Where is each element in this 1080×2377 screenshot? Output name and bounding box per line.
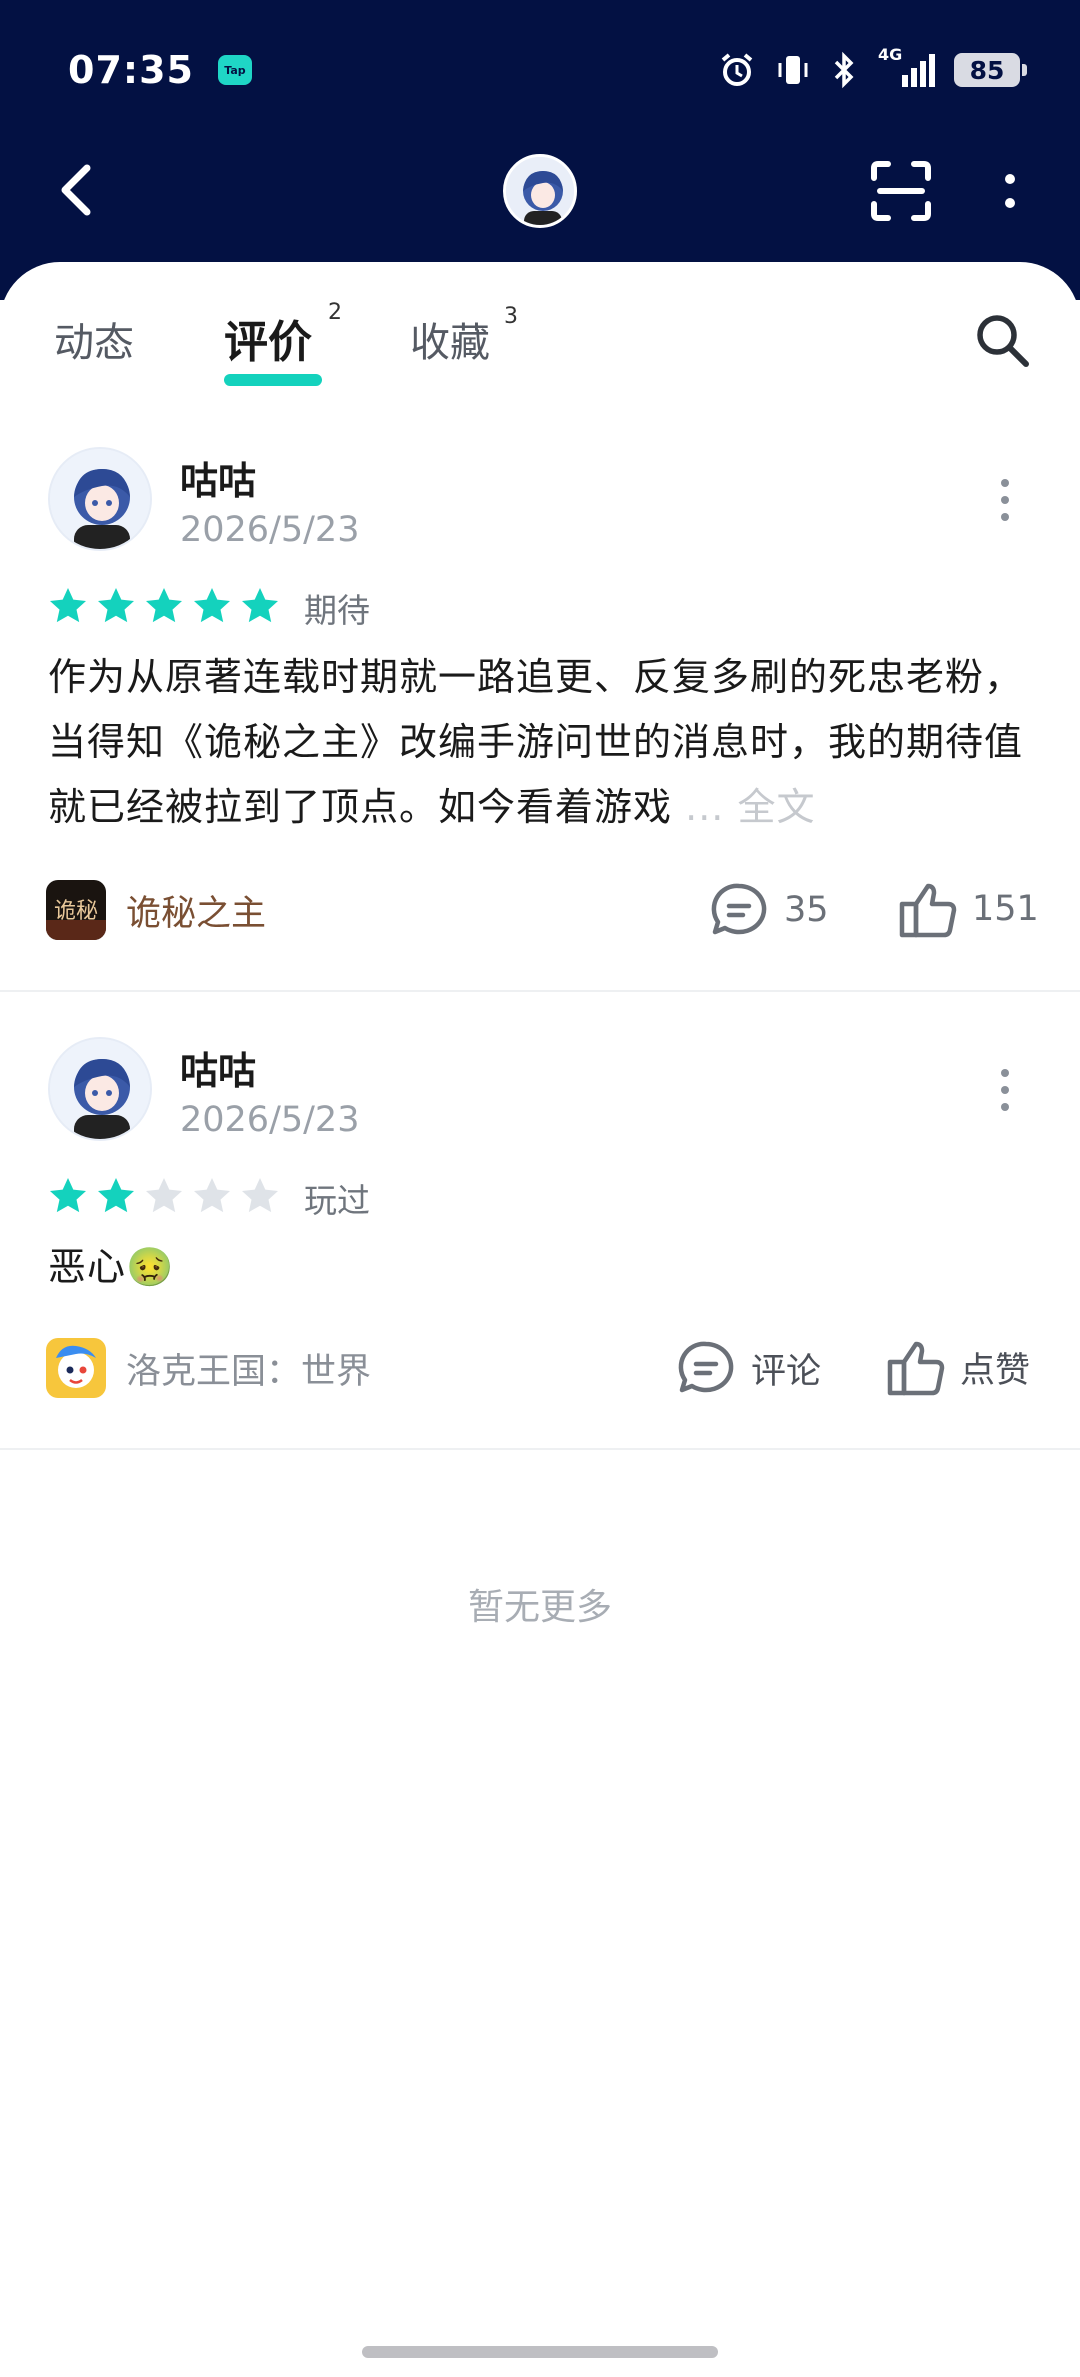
comment-count: 35 (784, 890, 829, 930)
star-icon (98, 588, 134, 623)
tab-label: 动态 (54, 320, 134, 366)
star-icon (50, 588, 86, 623)
active-tab-indicator (224, 374, 322, 386)
star-icon (98, 1178, 134, 1213)
dot-icon (1001, 1069, 1009, 1077)
review-more-button[interactable] (990, 1060, 1020, 1120)
like-label: 点赞 (960, 1350, 1031, 1391)
tap-app-badge: Tap (217, 55, 252, 85)
read-full-link[interactable]: 全文 (737, 785, 815, 829)
content-sheet: 动态 评价 2 收藏 3 (0, 262, 1080, 2377)
comment-icon (711, 883, 767, 935)
review-more-button[interactable] (990, 470, 1020, 530)
thumbs-up-icon (899, 883, 957, 938)
tab-label: 收藏 (410, 320, 490, 366)
dot-icon (1001, 496, 1009, 504)
comment-label: 评论 (751, 1351, 822, 1392)
nav-row (0, 150, 1080, 230)
app-header: 07:35 Tap 4G 85 (0, 0, 1080, 300)
back-button[interactable] (48, 158, 104, 222)
header-avatar[interactable] (503, 154, 577, 228)
alarm-icon (721, 53, 753, 86)
tab-favorites[interactable]: 收藏 3 (410, 304, 518, 368)
comment-icon (678, 1341, 734, 1393)
dot-icon (1001, 1086, 1009, 1094)
star-rating (48, 586, 280, 626)
tab-count: 3 (504, 304, 518, 329)
avatar[interactable] (48, 1037, 152, 1141)
battery-indicator: 85 (954, 53, 1027, 87)
review-date: 2026/5/23 (180, 510, 360, 550)
review-text[interactable]: 恶心🤢 (48, 1235, 1028, 1300)
comment-button[interactable]: 评论 (675, 1338, 821, 1398)
game-icon (46, 1338, 106, 1398)
avatar-image (50, 449, 150, 549)
game-link[interactable]: 诡秘 诡秘之主 (46, 880, 266, 940)
tab-bar: 动态 评价 2 收藏 3 (0, 300, 1080, 390)
search-button[interactable] (972, 310, 1032, 370)
username[interactable]: 咕咕 (180, 1040, 256, 1095)
rating-label: 玩过 (304, 1181, 370, 1220)
status-icons: 4G 85 (718, 45, 1027, 89)
signal-icon: 4G (876, 45, 936, 89)
comment-button[interactable]: 35 (708, 880, 829, 940)
star-icon (146, 1178, 182, 1213)
game-link[interactable]: 洛克王国：世界 (46, 1338, 371, 1398)
vibrate-icon (778, 56, 808, 84)
more-options-button[interactable] (990, 158, 1030, 224)
like-count: 151 (972, 889, 1039, 929)
dot-icon (1005, 198, 1015, 208)
avatar-image (50, 1039, 150, 1139)
review-date: 2026/5/23 (180, 1100, 360, 1140)
thumbs-up-icon (887, 1341, 945, 1396)
game-icon: 诡秘 (46, 880, 106, 940)
rating-label: 期待 (304, 591, 370, 630)
review-text[interactable]: 作为从原著连载时期就一路追更、反复多刷的死忠老粉，当得知《诡秘之主》改编手游问世… (48, 645, 1028, 840)
scan-icon (871, 161, 931, 221)
tab-count: 2 (328, 300, 342, 325)
star-icon (146, 588, 182, 623)
end-of-list-text: 暂无更多 (467, 1587, 612, 1628)
divider (0, 990, 1080, 992)
avatar[interactable] (48, 447, 152, 551)
star-icon (50, 1178, 86, 1213)
dot-icon (1001, 1103, 1009, 1111)
text-ellipsis: ... (685, 785, 725, 829)
star-icon (194, 588, 230, 623)
like-button[interactable]: 点赞 (886, 1338, 1030, 1396)
star-icon (194, 1178, 230, 1213)
search-icon (977, 315, 1029, 367)
avatar-image (506, 157, 574, 225)
tab-reviews[interactable]: 评价 2 (224, 300, 342, 370)
tab-activity[interactable]: 动态 (54, 310, 134, 368)
star-icon (242, 1178, 278, 1213)
game-name: 诡秘之主 (126, 893, 267, 934)
dot-icon (1001, 479, 1009, 487)
star-icon (242, 588, 278, 623)
dot-icon (1005, 174, 1015, 184)
username[interactable]: 咕咕 (180, 450, 256, 505)
status-bar: 07:35 Tap 4G 85 (68, 42, 1027, 98)
tab-label: 评价 (224, 317, 312, 368)
status-time: 07:35 (68, 48, 194, 92)
star-rating (48, 1176, 280, 1216)
divider (0, 1448, 1080, 1450)
review-text-content: 作为从原著连载时期就一路追更、反复多刷的死忠老粉，当得知《诡秘之主》改编手游问世… (48, 655, 1024, 829)
game-name: 洛克王国：世界 (126, 1351, 372, 1392)
review-text-content: 恶心🤢 (48, 1245, 175, 1289)
scan-button[interactable] (868, 158, 934, 224)
like-button[interactable]: 151 (898, 880, 1039, 938)
bluetooth-icon (834, 51, 854, 89)
dot-icon (1001, 513, 1009, 521)
chevron-left-icon (61, 164, 91, 216)
home-indicator[interactable] (362, 2346, 718, 2358)
game-icon-text: 诡秘 (54, 899, 98, 924)
